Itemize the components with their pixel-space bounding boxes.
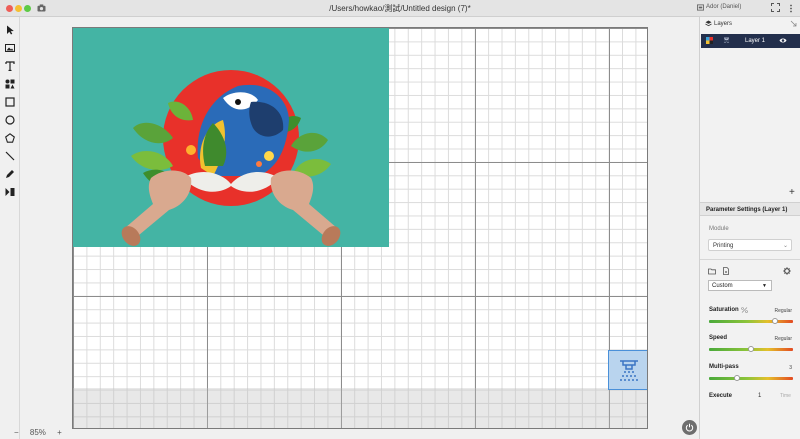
parrot-illustration <box>121 70 341 246</box>
speed-label: Speed <box>709 335 728 341</box>
preset-select-value: Custom <box>712 283 733 289</box>
right-panel: Layers Layer 1 + Parameter Settings (Lay… <box>699 17 800 439</box>
device-icon[interactable] <box>697 4 704 11</box>
element-tool-icon[interactable] <box>5 79 15 89</box>
collapse-panel-icon[interactable] <box>790 20 797 27</box>
rectangle-tool-icon[interactable] <box>5 97 15 107</box>
close-window-button[interactable] <box>6 5 13 12</box>
device-name[interactable]: Ador (Daniel) <box>706 4 741 10</box>
fullscreen-icon[interactable] <box>771 3 780 12</box>
divider <box>700 259 800 260</box>
parameter-settings-title: Parameter Settings (Layer 1) <box>700 202 800 216</box>
canvas-area[interactable] <box>20 17 699 439</box>
dmkt-tool-icon[interactable] <box>5 187 15 197</box>
module-select[interactable]: Printing ⌄ <box>708 239 792 251</box>
layer-color-swatch[interactable] <box>706 37 713 44</box>
workarea-grid[interactable] <box>72 27 648 429</box>
saturation-slider-knob[interactable] <box>771 318 778 324</box>
module-select-value: Printing <box>713 243 734 249</box>
app-window: /Users/howkao/測試/Untitled design (7)* Ad… <box>0 0 800 439</box>
multipass-label: Multi-pass <box>709 364 739 370</box>
multipass-slider-knob[interactable] <box>733 375 740 381</box>
preset-select[interactable]: Custom ▼ <box>708 280 772 291</box>
saturation-slider[interactable] <box>709 318 793 324</box>
maximize-window-button[interactable] <box>24 5 31 12</box>
save-preset-icon[interactable] <box>722 267 730 275</box>
eye-icon[interactable] <box>779 37 787 44</box>
speed-value: Regular <box>774 336 792 342</box>
title-bar: /Users/howkao/測試/Untitled design (7)* Ad… <box>0 0 800 17</box>
left-toolbar <box>0 17 20 439</box>
camera-icon[interactable] <box>37 4 46 12</box>
execute-unit: Time <box>780 393 791 399</box>
ellipse-tool-icon[interactable] <box>5 115 15 125</box>
layer-row-layer-1[interactable]: Layer 1 <box>701 34 800 48</box>
chevron-down-icon: ⌄ <box>782 243 788 249</box>
text-tool-icon[interactable] <box>5 61 15 71</box>
printing-module-icon <box>723 37 730 43</box>
image-tool-icon[interactable] <box>5 43 15 53</box>
speed-slider[interactable] <box>709 346 793 352</box>
non-workable-area <box>73 388 647 428</box>
minimize-window-button[interactable] <box>15 5 22 12</box>
power-icon <box>685 423 694 432</box>
saturation-value: Regular <box>774 308 792 314</box>
percent-toggle-icon[interactable] <box>741 307 748 313</box>
more-menu-icon[interactable] <box>788 4 794 13</box>
layers-icon <box>705 20 712 27</box>
zoom-in-button[interactable]: + <box>57 428 62 437</box>
add-layer-button[interactable]: + <box>789 187 795 198</box>
speed-slider-knob[interactable] <box>748 346 754 352</box>
pointer-tool-icon[interactable] <box>5 25 15 35</box>
multipass-slider[interactable] <box>709 375 793 381</box>
execute-label: Execute <box>709 393 733 399</box>
module-label: Module <box>709 226 729 232</box>
zoom-controls: − 85% + <box>14 428 71 437</box>
polygon-tool-icon[interactable] <box>5 133 15 143</box>
caret-down-icon: ▼ <box>762 283 767 289</box>
folder-icon[interactable] <box>708 267 716 275</box>
saturation-label: Saturation <box>709 307 739 313</box>
parrot-image[interactable] <box>73 28 389 247</box>
layers-header: Layers <box>700 17 800 31</box>
zoom-out-button[interactable]: − <box>14 428 19 437</box>
layer-name[interactable]: Layer 1 <box>745 38 765 44</box>
window-title: /Users/howkao/測試/Untitled design (7)* <box>329 4 471 13</box>
execute-input[interactable]: 1 <box>758 393 761 399</box>
multipass-value: 3 <box>789 365 792 371</box>
line-tool-icon[interactable] <box>5 151 15 161</box>
layers-title: Layers <box>714 21 733 27</box>
go-button[interactable] <box>682 420 697 435</box>
gear-icon[interactable] <box>783 267 791 275</box>
print-head-icon <box>620 360 638 381</box>
selected-object[interactable] <box>608 350 647 390</box>
pen-tool-icon[interactable] <box>5 169 15 179</box>
zoom-value[interactable]: 85% <box>30 428 46 437</box>
